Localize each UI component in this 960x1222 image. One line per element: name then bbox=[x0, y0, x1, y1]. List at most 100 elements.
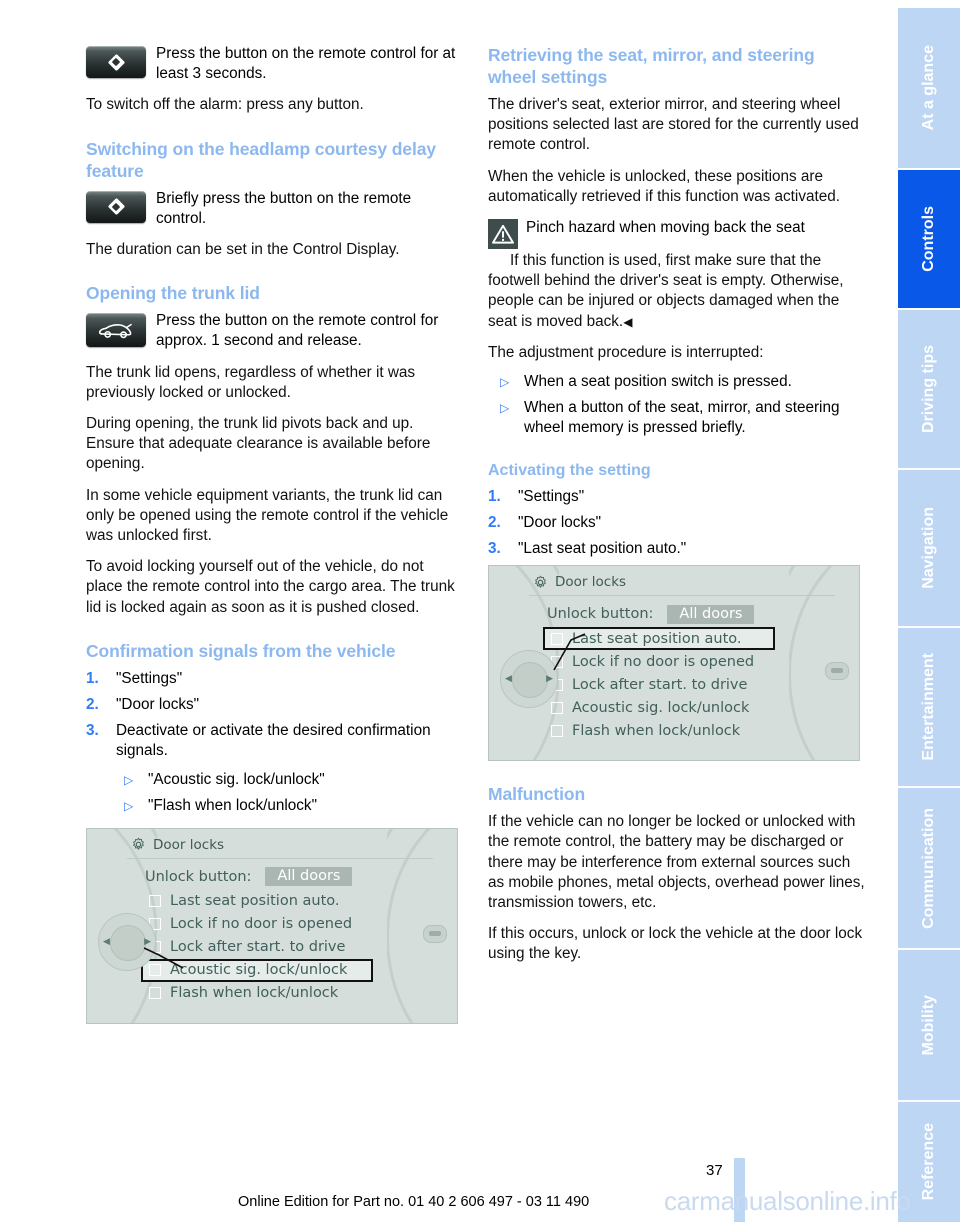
sidebar-tab-label: Navigation bbox=[920, 507, 937, 589]
alarm-off-text: To switch off the alarm: press any butto… bbox=[86, 96, 364, 114]
screen-options-list: Unlock button: All doors Last seat posit… bbox=[141, 865, 447, 1005]
screen-option-label: Acoustic sig. lock/unlock bbox=[170, 962, 348, 979]
confirmation-steps-list: 1. "Settings" 2. "Door locks" 3. Deactiv… bbox=[86, 669, 464, 816]
footer-note: Online Edition for Part no. 01 40 2 606 … bbox=[238, 1194, 590, 1210]
manual-page: Press the button on the remote control f… bbox=[0, 0, 960, 1222]
door-locks-screen-figure-right: Door locks Unlock button: All doors Last… bbox=[488, 565, 860, 762]
remote-panic-button-icon bbox=[86, 190, 146, 223]
screen-side-button-icon[interactable] bbox=[423, 924, 447, 943]
idrive-controller-icon[interactable]: ◀ ▶ bbox=[500, 650, 558, 709]
checkbox-icon[interactable] bbox=[149, 987, 161, 1000]
interrupt-bullets: ▷ When a seat position switch is pressed… bbox=[488, 372, 866, 439]
screen-divider bbox=[529, 595, 835, 597]
heading-confirmation-signals: Confirmation signals from the vehicle bbox=[86, 640, 396, 661]
list-item: ▷ When a button of the seat, mirror, and… bbox=[488, 398, 866, 438]
left-arrow-icon: ◀ bbox=[505, 674, 512, 685]
confirmation-sub-bullets: ▷ "Acoustic sig. lock/unlock" ▷ "Flash w… bbox=[86, 770, 464, 816]
unlock-button-value[interactable]: All doors bbox=[265, 867, 353, 887]
sidebar-tab-driving-tips[interactable]: Driving tips bbox=[898, 310, 960, 468]
screen-option-row[interactable]: Lock after start. to drive bbox=[547, 673, 849, 696]
trunk-paragraph-4: To avoid locking yourself out of the veh… bbox=[86, 558, 455, 616]
screen-option-row[interactable]: Flash when lock/unlock bbox=[145, 982, 447, 1005]
sidebar-tab-controls[interactable]: Controls bbox=[898, 170, 960, 308]
triangle-bullet-icon: ▷ bbox=[124, 772, 134, 787]
sidebar-tab-entertainment[interactable]: Entertainment bbox=[898, 628, 960, 786]
remote-trunk-button-icon bbox=[86, 313, 146, 348]
activating-steps-list: 1. "Settings" 2. "Door locks" 3. "Last s… bbox=[488, 487, 866, 560]
screen-option-label: Lock after start. to drive bbox=[572, 676, 748, 693]
heading-headlamp-courtesy: Switching on the headlamp courtesy delay… bbox=[86, 138, 436, 181]
heading-opening-trunk-lid: Opening the trunk lid bbox=[86, 283, 260, 304]
checkbox-icon[interactable] bbox=[551, 724, 563, 737]
heading-malfunction: Malfunction bbox=[488, 784, 586, 805]
retrieving-paragraph-2: When the vehicle is unlocked, these posi… bbox=[488, 167, 840, 205]
screen-option-label: Last seat position auto. bbox=[170, 893, 340, 910]
screen-side-button-icon[interactable] bbox=[825, 662, 849, 681]
trunk-paragraph-3: In some vehicle equipment variants, the … bbox=[86, 486, 449, 544]
screen-option-label: Flash when lock/unlock bbox=[170, 985, 339, 1002]
screen-divider bbox=[127, 857, 433, 859]
warning-triangle-glyph bbox=[492, 224, 514, 244]
headlamp-instruction-text: Briefly press the button on the remote c… bbox=[156, 189, 412, 227]
screen-option-row[interactable]: Lock if no door is opened bbox=[547, 650, 849, 673]
sidebar-tab-navigation[interactable]: Navigation bbox=[898, 470, 960, 626]
screen-option-row[interactable]: Flash when lock/unlock bbox=[547, 719, 849, 742]
sidebar-tab-label: Communication bbox=[920, 807, 937, 929]
screen-title-text: Door locks bbox=[153, 836, 225, 853]
right-arrow-icon: ▶ bbox=[546, 674, 553, 685]
screen-option-row[interactable]: Lock if no door is opened bbox=[145, 913, 447, 936]
screen-option-label: Lock if no door is opened bbox=[170, 916, 353, 933]
screen-option-row[interactable]: Lock after start. to drive bbox=[145, 936, 447, 959]
unlock-button-label: Unlock button: bbox=[547, 606, 654, 623]
unlock-button-row[interactable]: Unlock button: All doors bbox=[145, 865, 447, 889]
step-number: 2. bbox=[488, 513, 501, 531]
idrive-controller-icon[interactable]: ◀ ▶ bbox=[98, 912, 156, 971]
warning-title: Pinch hazard when moving back the seat bbox=[526, 219, 805, 237]
list-item: ▷ "Flash when lock/unlock" bbox=[86, 796, 464, 816]
checkbox-icon[interactable] bbox=[149, 895, 161, 908]
unlock-button-value[interactable]: All doors bbox=[667, 604, 755, 624]
screen-option-row-highlighted[interactable]: Last seat position auto. bbox=[543, 627, 775, 651]
watermark: carmanualsonline.info bbox=[664, 1186, 911, 1216]
car-trunk-open-icon bbox=[98, 324, 132, 339]
screen-option-row[interactable]: Acoustic sig. lock/unlock bbox=[547, 696, 849, 719]
unlock-button-label: Unlock button: bbox=[145, 868, 252, 885]
sidebar-tab-communication[interactable]: Communication bbox=[898, 788, 960, 948]
warning-end-mark: ◀ bbox=[623, 314, 633, 329]
gear-icon bbox=[535, 575, 546, 588]
unlock-button-row[interactable]: Unlock button: All doors bbox=[547, 602, 849, 626]
screen-option-label: Lock if no door is opened bbox=[572, 653, 755, 670]
screen-option-row[interactable]: Last seat position auto. bbox=[145, 890, 447, 913]
list-item: ▷ "Acoustic sig. lock/unlock" bbox=[86, 770, 464, 790]
step-text: "Last seat position auto." bbox=[518, 539, 687, 557]
triangle-bullet-icon: ▷ bbox=[500, 401, 510, 416]
screen-title-text: Door locks bbox=[555, 574, 627, 591]
retrieving-paragraph-1: The driver's seat, exterior mirror, and … bbox=[488, 96, 859, 154]
right-arrow-icon: ▶ bbox=[144, 936, 151, 947]
interrupt-lead: The adjustment procedure is interrupted: bbox=[488, 343, 764, 361]
screen-options-list: Unlock button: All doors Last seat posit… bbox=[543, 602, 849, 742]
screen-option-label: Acoustic sig. lock/unlock bbox=[572, 699, 750, 716]
checkbox-icon[interactable] bbox=[551, 632, 563, 645]
trunk-instruction-text: Press the button on the remote control f… bbox=[156, 312, 439, 350]
screen-option-label: Lock after start. to drive bbox=[170, 939, 346, 956]
bullet-text: When a seat position switch is pressed. bbox=[524, 372, 792, 390]
sidebar-tab-label: Reference bbox=[920, 1123, 937, 1201]
warning-body: If this function is used, first make sur… bbox=[488, 251, 866, 332]
triangle-bullet-icon: ▷ bbox=[500, 374, 510, 389]
sidebar-tab-mobility[interactable]: Mobility bbox=[898, 950, 960, 1100]
warning-triangle-icon bbox=[488, 219, 518, 250]
screen-option-row-highlighted[interactable]: Acoustic sig. lock/unlock bbox=[141, 958, 373, 982]
gear-icon bbox=[133, 838, 144, 851]
headlamp-instruction: Briefly press the button on the remote c… bbox=[86, 189, 464, 229]
bullet-text: "Flash when lock/unlock" bbox=[148, 796, 318, 814]
screen-title: Door locks bbox=[131, 837, 224, 853]
warning-block: Pinch hazard when moving back the seat bbox=[488, 218, 866, 250]
list-item: 1. "Settings" bbox=[86, 669, 464, 689]
step-number: 2. bbox=[86, 695, 99, 713]
door-locks-screen-figure-left: Door locks Unlock button: All doors Last… bbox=[86, 827, 458, 1024]
sidebar-tab-at-a-glance[interactable]: At a glance bbox=[898, 8, 960, 168]
step-number: 1. bbox=[488, 487, 501, 505]
chapter-tab-sidebar: At a glance Controls Driving tips Naviga… bbox=[898, 0, 960, 1222]
list-item: 1. "Settings" bbox=[488, 487, 866, 507]
